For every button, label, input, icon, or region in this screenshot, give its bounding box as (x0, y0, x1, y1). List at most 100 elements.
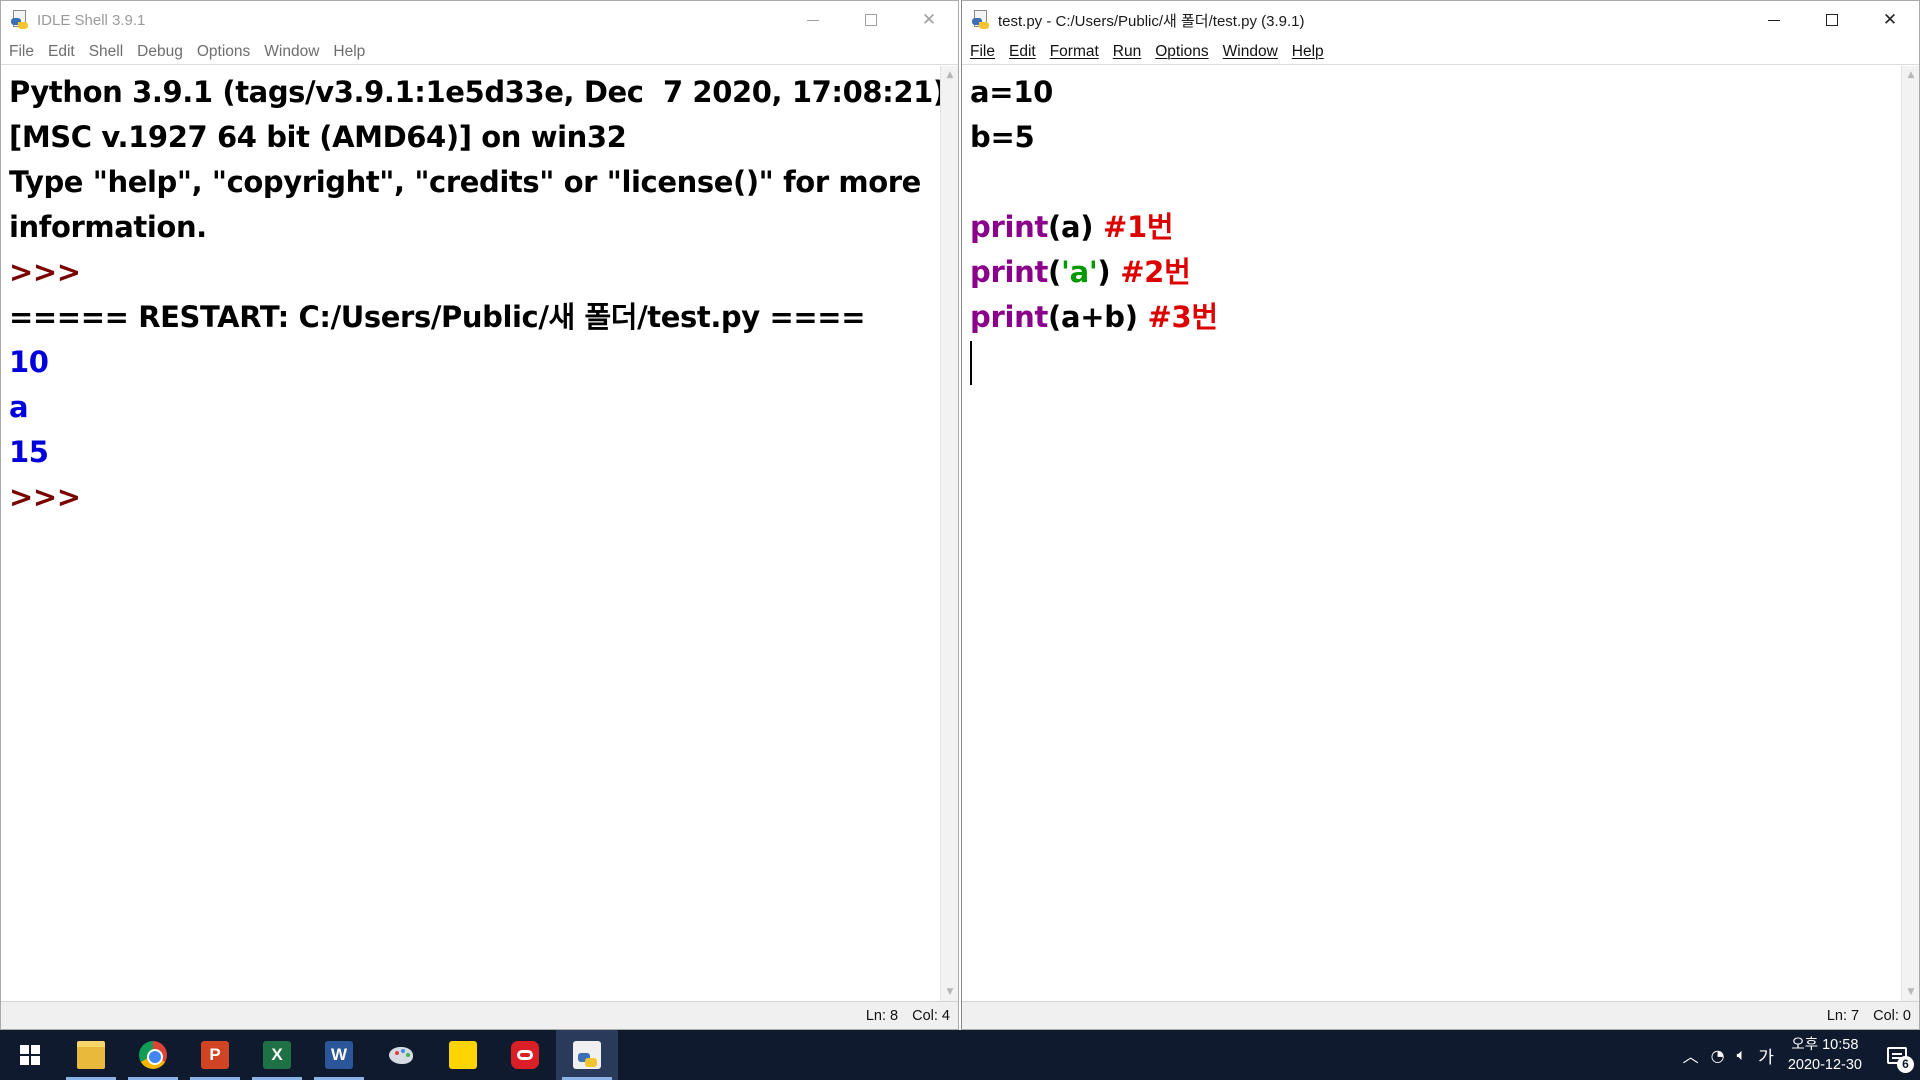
code-line-7 (970, 340, 1901, 385)
editor-line-number: Ln: 7 (1826, 1007, 1860, 1024)
code-line-1: a=10 (970, 75, 1054, 109)
code-comment: #2번 (1120, 255, 1191, 289)
shell-menu-file[interactable]: File (9, 43, 34, 61)
clock-date: 2020-12-30 (1787, 1057, 1862, 1073)
editor-titlebar[interactable]: test.py - C:/Users/Public/새 폴더/test.py (… (962, 1, 1919, 39)
scroll-down-icon[interactable]: ▼ (1902, 983, 1919, 1001)
code-paren-close: ) (1097, 255, 1121, 289)
taskbar-app-paint[interactable] (370, 1030, 432, 1080)
ime-indicator[interactable]: 가 (1758, 1043, 1774, 1068)
shell-statusbar: Ln: 8 Col: 4 (1, 1001, 958, 1029)
idle-shell-window[interactable]: IDLE Shell 3.9.1 ✕ File Edit Shell Debug… (0, 0, 959, 1030)
taskbar-app-excel[interactable]: X (246, 1030, 308, 1080)
shell-line: [MSC v.1927 64 bit (AMD64)] on win32 (9, 120, 627, 154)
action-center-button[interactable]: 6 (1874, 1030, 1920, 1080)
notification-count-badge: 6 (1897, 1056, 1914, 1073)
taskbar-app-file-explorer[interactable] (60, 1030, 122, 1080)
scroll-down-icon[interactable]: ▼ (941, 983, 958, 1001)
editor-menu-help[interactable]: Help (1292, 43, 1324, 61)
idle-editor-window[interactable]: test.py - C:/Users/Public/새 폴더/test.py (… (961, 0, 1920, 1030)
taskbar-pinned-apps: PXW (60, 1030, 618, 1080)
sticky-notes-icon (449, 1041, 477, 1069)
taskbar-app-powerpoint[interactable]: P (184, 1030, 246, 1080)
code-line-6: print(a+b) #3번 (970, 295, 1901, 340)
code-paren-open: ( (1048, 255, 1061, 289)
editor-menu-format[interactable]: Format (1050, 43, 1099, 61)
code-line-5: print('a') #2번 (970, 250, 1901, 295)
shell-prompt: >>> (9, 480, 91, 514)
taskbar-app-chrome[interactable] (122, 1030, 184, 1080)
close-icon: ✕ (1882, 10, 1898, 30)
close-icon: ✕ (921, 10, 937, 30)
editor-maximize-button[interactable] (1803, 1, 1861, 39)
text-caret (970, 341, 972, 385)
taskbar: P X W ︿ ◔ 🔈︎ 가 오후 10:58 2020-12-30 6 (0, 1030, 1920, 1080)
shell-line: information. (9, 210, 207, 244)
keyword-print: print (970, 300, 1049, 334)
shell-line: Python 3.9.1 (tags/v3.9.1:1e5d33e, Dec 7… (9, 75, 940, 109)
editor-statusbar: Ln: 7 Col: 0 (962, 1001, 1919, 1029)
python-idle-icon (573, 1041, 601, 1069)
editor-text-area[interactable]: a=10 b=5 print(a) #1번 print('a') #2번 pri… (962, 66, 1901, 1001)
shell-titlebar[interactable]: IDLE Shell 3.9.1 ✕ (1, 1, 958, 39)
code-string: 'a' (1060, 255, 1098, 289)
taskbar-app-word[interactable]: W (308, 1030, 370, 1080)
powerpoint-icon: P (201, 1041, 229, 1069)
clock[interactable]: 오후 10:58 2020-12-30 (1788, 1035, 1862, 1075)
editor-menu-options[interactable]: Options (1155, 43, 1208, 61)
keyword-print: print (970, 255, 1049, 289)
taskbar-app-creative-cloud[interactable] (494, 1030, 556, 1080)
system-tray: ︿ ◔ 🔈︎ 가 오후 10:58 2020-12-30 6 (1677, 1030, 1920, 1080)
wifi-icon[interactable]: ◔ (1711, 1046, 1725, 1065)
taskbar-app-sticky-notes[interactable] (432, 1030, 494, 1080)
editor-vertical-scrollbar[interactable]: ▲ ▼ (1901, 66, 1919, 1001)
volume-icon[interactable]: 🔈︎ (1737, 1045, 1747, 1065)
shell-line-number: Ln: 8 (865, 1007, 899, 1024)
start-button[interactable] (0, 1030, 60, 1080)
creative-cloud-icon (511, 1041, 539, 1069)
show-hidden-icons-icon[interactable]: ︿ (1683, 1043, 1699, 1067)
shell-close-button[interactable]: ✕ (900, 1, 958, 39)
keyword-print: print (970, 210, 1049, 244)
shell-menu-help[interactable]: Help (333, 43, 365, 61)
shell-minimize-button[interactable] (784, 1, 842, 39)
code-comment: #1번 (1103, 210, 1174, 244)
shell-menu-shell[interactable]: Shell (89, 43, 123, 61)
windows-logo-icon (20, 1045, 40, 1065)
scroll-up-icon[interactable]: ▲ (1902, 66, 1919, 84)
editor-menu-window[interactable]: Window (1223, 43, 1278, 61)
code-args: (a) (1048, 210, 1103, 244)
editor-col-number: Col: 0 (1873, 1007, 1911, 1024)
paint-icon (387, 1041, 415, 1069)
shell-output-line: 15 (9, 435, 49, 469)
editor-menu-run[interactable]: Run (1113, 43, 1141, 61)
shell-text-area[interactable]: Python 3.9.1 (tags/v3.9.1:1e5d33e, Dec 7… (1, 66, 940, 1001)
shell-maximize-button[interactable] (842, 1, 900, 39)
shell-menu-debug[interactable]: Debug (137, 43, 183, 61)
shell-output-line: 10 (9, 345, 49, 379)
shell-menu-options[interactable]: Options (197, 43, 250, 61)
word-icon: W (325, 1041, 353, 1069)
scroll-up-icon[interactable]: ▲ (941, 66, 958, 84)
editor-minimize-button[interactable] (1745, 1, 1803, 39)
code-line-2: b=5 (970, 120, 1035, 154)
taskbar-app-python-idle[interactable] (556, 1030, 618, 1080)
editor-close-button[interactable]: ✕ (1861, 1, 1919, 39)
editor-menu-edit[interactable]: Edit (1009, 43, 1036, 61)
clock-time: 오후 10:58 (1791, 1037, 1859, 1053)
editor-menu-file[interactable]: File (970, 43, 995, 61)
shell-restart-line: ===== RESTART: C:/Users/Public/새 폴더/test… (9, 300, 866, 334)
chrome-icon (139, 1041, 167, 1069)
shell-output-line: a (9, 390, 29, 424)
maximize-icon (1826, 14, 1838, 26)
shell-menu-edit[interactable]: Edit (48, 43, 75, 61)
code-line-4: print(a) #1번 (970, 205, 1901, 250)
shell-menu-window[interactable]: Window (264, 43, 319, 61)
shell-prompt: >>> (9, 255, 91, 289)
minimize-icon (807, 19, 819, 21)
shell-vertical-scrollbar[interactable]: ▲ ▼ (940, 66, 958, 1001)
editor-window-title: test.py - C:/Users/Public/새 폴더/test.py (… (998, 12, 1305, 30)
code-comment: #3번 (1147, 300, 1218, 334)
shell-line: Type "help", "copyright", "credits" or "… (9, 165, 921, 199)
python-idle-icon (11, 10, 31, 30)
